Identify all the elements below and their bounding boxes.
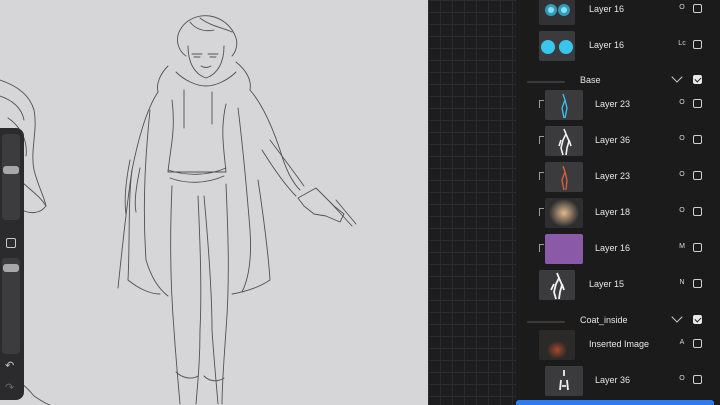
layer-name: Inserted Image [589, 339, 650, 349]
visibility-checkbox[interactable] [693, 243, 702, 252]
blend-mode[interactable]: O [676, 375, 688, 382]
blend-mode[interactable]: N [676, 279, 688, 286]
layer-thumbnail [539, 270, 575, 300]
layer-row[interactable]: Layer 36 O [516, 364, 720, 400]
layer-thumbnail [545, 162, 583, 192]
layer-row[interactable]: Inserted Image A [516, 328, 720, 364]
layer-name: Layer 16 [595, 243, 631, 253]
group-row-base[interactable]: Base [516, 64, 720, 88]
layer-row[interactable]: Layer 23 O [516, 160, 720, 196]
layer-row[interactable]: Layer 23 O [516, 88, 720, 124]
layer-name: Layer 16 [589, 4, 625, 14]
visibility-checkbox[interactable] [693, 315, 702, 324]
layer-thumbnail [545, 198, 583, 228]
blend-mode[interactable]: A [676, 339, 688, 346]
layer-thumbnail [545, 366, 583, 396]
layer-thumbnail [539, 330, 575, 360]
layer-row[interactable]: Layer 16 M [516, 232, 720, 268]
layer-row[interactable]: Layer 18 O [516, 196, 720, 232]
layer-name: Layer 23 [595, 171, 631, 181]
chevron-down-icon[interactable] [671, 311, 683, 323]
visibility-checkbox[interactable] [693, 99, 702, 108]
layer-thumbnail [545, 234, 583, 264]
clip-indicator-icon [539, 208, 544, 216]
clip-indicator-icon [539, 244, 544, 252]
group-name: Coat_inside [580, 315, 628, 325]
redo-arrow-icon[interactable]: ↷ [5, 382, 14, 394]
visibility-checkbox[interactable] [693, 4, 702, 13]
blend-mode[interactable]: O [676, 135, 688, 142]
layers-panel: Layer 16 O Layer 16 Lc Base Layer 23 O L… [516, 0, 720, 405]
layer-name: Layer 16 [589, 40, 625, 50]
group-name: Base [580, 75, 601, 85]
group-row-coat-inside[interactable]: Coat_inside [516, 304, 720, 328]
layer-row[interactable]: Layer 16 O [516, 0, 720, 29]
visibility-checkbox[interactable] [693, 279, 702, 288]
blend-mode[interactable]: O [676, 99, 688, 106]
layer-name: Layer 36 [595, 135, 631, 145]
brush-size-slider[interactable] [2, 134, 20, 220]
group-divider [527, 321, 565, 323]
blend-mode[interactable]: O [676, 4, 688, 11]
visibility-checkbox[interactable] [693, 375, 702, 384]
visibility-checkbox[interactable] [693, 339, 702, 348]
visibility-checkbox[interactable] [693, 40, 702, 49]
layer-thumbnail [545, 90, 583, 120]
clip-indicator-icon [539, 100, 544, 108]
left-tool-strip: ↶ ↷ [0, 128, 24, 400]
layer-row[interactable]: Layer 15 N [516, 268, 720, 304]
visibility-checkbox[interactable] [693, 135, 702, 144]
square-icon[interactable] [6, 238, 16, 248]
chevron-down-icon[interactable] [671, 71, 683, 83]
group-divider [527, 81, 565, 83]
layer-thumbnail [539, 31, 575, 61]
selected-layer-highlight[interactable] [516, 400, 714, 405]
panel-backdrop [428, 0, 516, 405]
layer-name: Layer 18 [595, 207, 631, 217]
layer-thumbnail [545, 126, 583, 156]
layer-name: Layer 36 [595, 375, 631, 385]
blend-mode[interactable]: O [676, 207, 688, 214]
opacity-slider[interactable] [2, 258, 20, 354]
clip-indicator-icon [539, 136, 544, 144]
blend-mode[interactable]: Lc [676, 40, 688, 47]
undo-arrow-icon[interactable]: ↶ [5, 360, 14, 372]
blend-mode[interactable]: O [676, 171, 688, 178]
visibility-checkbox[interactable] [693, 207, 702, 216]
character-sketch [0, 15, 357, 405]
drawing-canvas[interactable]: ↶ ↷ [0, 0, 428, 405]
layer-thumbnail [539, 0, 575, 25]
opacity-thumb[interactable] [3, 264, 19, 272]
brush-size-thumb[interactable] [3, 166, 19, 174]
visibility-checkbox[interactable] [693, 75, 702, 84]
layer-row[interactable]: Layer 36 O [516, 124, 720, 160]
layer-row[interactable]: Layer 16 Lc [516, 29, 720, 65]
clip-indicator-icon [539, 172, 544, 180]
blend-mode[interactable]: M [676, 243, 688, 250]
layer-name: Layer 15 [589, 279, 625, 289]
visibility-checkbox[interactable] [693, 171, 702, 180]
layer-name: Layer 23 [595, 99, 631, 109]
